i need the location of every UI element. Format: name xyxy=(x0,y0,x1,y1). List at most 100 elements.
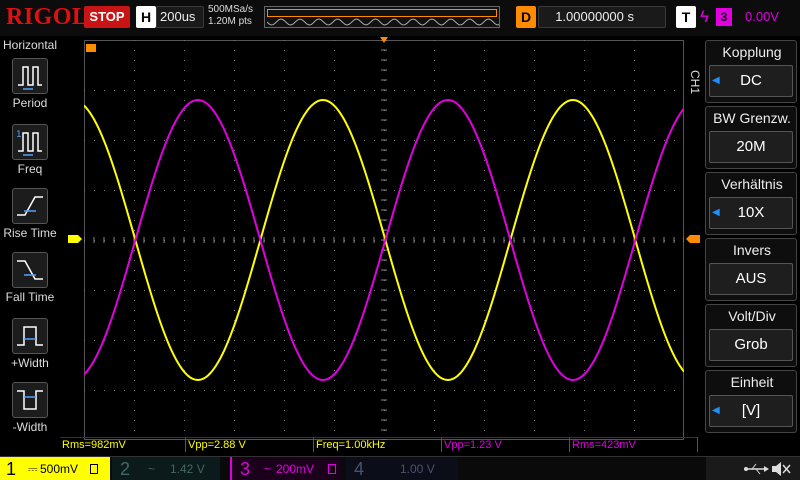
grid-dot xyxy=(434,80,435,81)
menu-invert[interactable]: Invers AUS xyxy=(705,238,797,301)
menu-item-value-box[interactable]: AUS xyxy=(709,263,793,295)
grid-dot xyxy=(654,390,655,391)
menu-unit[interactable]: Einheit ◀ [V] xyxy=(705,370,797,433)
measure-positive-width[interactable]: +Width xyxy=(0,316,60,378)
grid-dot xyxy=(484,110,485,111)
measurement-item[interactable]: Rms=423mV xyxy=(570,437,698,452)
grid-dot xyxy=(484,220,485,221)
menu-item-value-box[interactable]: Grob xyxy=(709,329,793,361)
grid-dot xyxy=(674,290,675,291)
menu-volts-per-div[interactable]: Volt/Div Grob xyxy=(705,304,797,367)
waveform-plot[interactable] xyxy=(84,40,684,440)
grid-dot xyxy=(534,420,535,421)
grid-dot xyxy=(534,110,535,111)
channel-3-status[interactable]: 3 ~ 200mV xyxy=(230,457,342,480)
menu-coupling[interactable]: Kopplung ◀ DC xyxy=(705,40,797,103)
grid-dot xyxy=(234,410,235,411)
grid-dot xyxy=(134,190,135,191)
measurement-item[interactable]: Vpp=1.23 V xyxy=(442,437,570,452)
menu-arrow-icon: ◀ xyxy=(712,207,720,218)
menu-item-value-box[interactable]: ◀ [V] xyxy=(709,395,793,427)
measurement-item[interactable]: Rms=982mV xyxy=(60,437,186,452)
grid-dot xyxy=(234,250,235,251)
grid-dot xyxy=(534,370,535,371)
grid-dot xyxy=(584,100,585,101)
grid-dot xyxy=(444,90,445,91)
grid-dot xyxy=(184,340,185,341)
grid-dot xyxy=(134,140,135,141)
channel-status-bar: 1 ⎓ 500mV 2 ~ 1.42 V 3 ~ 200mV 4 1.00 V xyxy=(0,456,800,480)
waveform-display[interactable] xyxy=(84,40,684,440)
grid-dot xyxy=(624,390,625,391)
grid-dot xyxy=(184,410,185,411)
period-icon xyxy=(12,58,48,94)
memory-overview-icon xyxy=(267,18,499,26)
grid-dot xyxy=(254,290,255,291)
grid-dot xyxy=(154,390,155,391)
grid-dot xyxy=(354,390,355,391)
grid-dot xyxy=(184,40,185,41)
grid-dot xyxy=(104,190,105,191)
trigger-level[interactable]: 0.00V xyxy=(745,6,779,28)
grid-dot xyxy=(654,140,655,141)
channel-scale: 1.42 V xyxy=(170,462,205,476)
grid-dot xyxy=(234,370,235,371)
grid-dot xyxy=(184,80,185,81)
grid-dot xyxy=(134,40,135,41)
grid-dot xyxy=(134,420,135,421)
grid-dot xyxy=(554,290,555,291)
menu-item-value-box[interactable]: ◀ DC xyxy=(709,65,793,97)
grid-dot xyxy=(534,310,535,311)
grid-dot xyxy=(634,130,635,131)
grid-dot xyxy=(334,200,335,201)
grid-dot xyxy=(554,390,555,391)
grid-dot xyxy=(644,340,645,341)
grid-dot xyxy=(184,390,185,391)
grid-dot xyxy=(534,380,535,381)
grid-dot xyxy=(584,350,585,351)
grid-dot xyxy=(414,90,415,91)
menu-item-value: AUS xyxy=(735,270,767,287)
grid-dot xyxy=(164,190,165,191)
measure-frequency[interactable]: 1 Freq xyxy=(0,122,60,184)
grid-dot xyxy=(534,50,535,51)
measure-rise-time[interactable]: Rise Time xyxy=(0,186,60,248)
timebase-value: 200us xyxy=(160,9,196,24)
menu-item-value-box[interactable]: ◀ 10X xyxy=(709,197,793,229)
grid-dot xyxy=(234,90,235,91)
grid-dot xyxy=(134,230,135,231)
measure-period[interactable]: Period xyxy=(0,56,60,118)
menu-item-title: Einheit xyxy=(730,374,774,390)
system-icons xyxy=(706,457,800,480)
grid-dot xyxy=(284,350,285,351)
menu-probe-ratio[interactable]: Verhältnis ◀ 10X xyxy=(705,172,797,235)
grid-dot xyxy=(144,190,145,191)
channel-4-status[interactable]: 4 1.00 V xyxy=(346,457,458,480)
menu-bandwidth-limit[interactable]: BW Grenzw. 20M xyxy=(705,106,797,169)
channel-1-status[interactable]: 1 ⎓ 500mV xyxy=(0,457,110,480)
menu-item-value-box[interactable]: 20M xyxy=(709,131,793,163)
grid-dot xyxy=(434,320,435,321)
grid-dot xyxy=(624,90,625,91)
grid-dot xyxy=(664,390,665,391)
measure-fall-time[interactable]: Fall Time xyxy=(0,250,60,312)
grid-dot xyxy=(434,110,435,111)
grid-dot xyxy=(634,390,635,391)
grid-dot xyxy=(434,70,435,71)
grid-dot xyxy=(534,170,535,171)
measure-negative-width[interactable]: -Width xyxy=(0,380,60,442)
grid-dot xyxy=(634,420,635,421)
grid-dot xyxy=(484,200,485,201)
grid-dot xyxy=(224,190,225,191)
grid-dot xyxy=(644,290,645,291)
channel-2-status[interactable]: 2 ~ 1.42 V xyxy=(112,457,220,480)
grid-dot xyxy=(644,390,645,391)
run-stop-indicator[interactable]: STOP xyxy=(84,6,130,28)
grid-dot xyxy=(314,390,315,391)
grid-dot xyxy=(134,210,135,211)
trigger-source[interactable]: 3 xyxy=(716,8,732,26)
measurement-item[interactable]: Freq=1.00kHz xyxy=(314,437,442,452)
grid-dot xyxy=(104,290,105,291)
grid-dot xyxy=(174,140,175,141)
measurement-item[interactable]: Vpp=2.88 V xyxy=(186,437,314,452)
